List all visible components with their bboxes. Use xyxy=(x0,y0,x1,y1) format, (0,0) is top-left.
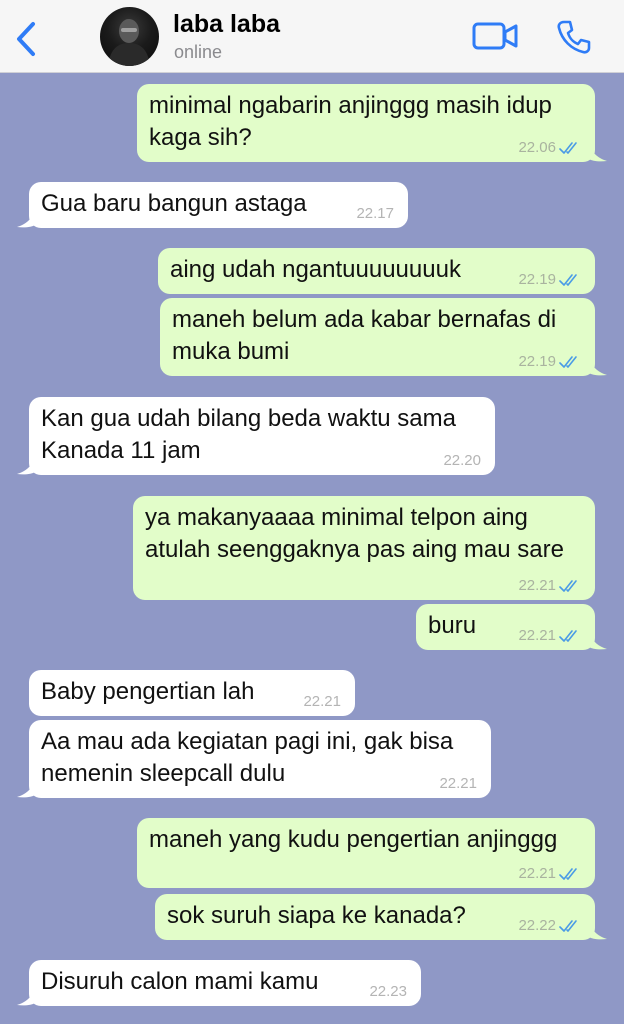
incoming-message-bubble[interactable]: Gua baru bangun astaga 22.17 xyxy=(17,182,408,228)
message-timestamp: 22.21 xyxy=(518,627,556,644)
bubble-tail xyxy=(589,920,607,940)
outgoing-message-bubble[interactable]: sok suruh siapa ke kanada? 22.22 xyxy=(155,894,607,940)
chat-header: laba laba online xyxy=(0,0,624,73)
message-meta: 22.22 xyxy=(518,917,581,934)
outgoing-message-bubble[interactable]: ya makanyaaaa minimal telpon aing atulah … xyxy=(133,496,595,600)
message-meta: 22.21 xyxy=(303,693,341,710)
read-receipt-double-check-icon xyxy=(559,141,577,154)
read-receipt-double-check-icon xyxy=(559,579,577,592)
message-meta: 22.21 xyxy=(518,577,581,594)
incoming-message-bubble[interactable]: Baby pengertian lah 22.21 xyxy=(29,670,355,716)
message-meta: 22.19 xyxy=(518,271,581,288)
message-timestamp: 22.20 xyxy=(443,452,481,469)
message-text-line: Kanada 11 jam xyxy=(41,437,201,464)
message-text-line: Baby pengertian lah xyxy=(41,678,255,705)
message-text-line: maneh yang kudu pengertian anjinggg xyxy=(149,826,558,853)
message-meta: 22.21 xyxy=(518,627,581,644)
read-receipt-double-check-icon xyxy=(559,273,577,286)
contact-avatar[interactable] xyxy=(100,7,159,66)
incoming-message-bubble[interactable]: Kan gua udah bilang beda waktu sama Kanad… xyxy=(17,397,495,475)
read-receipt-double-check-icon xyxy=(559,355,577,368)
message-meta: 22.20 xyxy=(443,452,481,469)
bubble-tail xyxy=(17,778,35,798)
message-meta: 22.21 xyxy=(518,865,581,882)
message-text-line: atulah seenggaknya pas aing mau sare xyxy=(145,536,564,563)
bubble-tail xyxy=(17,455,35,475)
phone-call-icon[interactable] xyxy=(556,19,592,55)
message-timestamp: 22.21 xyxy=(518,865,556,882)
outgoing-message-bubble[interactable]: buru 22.21 xyxy=(416,604,607,650)
message-text-line: Gua baru bangun astaga xyxy=(41,190,307,217)
read-receipt-double-check-icon xyxy=(559,629,577,642)
message-meta: 22.06 xyxy=(518,139,581,156)
message-timestamp: 22.21 xyxy=(439,775,477,792)
message-text-line: ya makanyaaaa minimal telpon aing xyxy=(145,504,528,531)
read-receipt-double-check-icon xyxy=(559,867,577,880)
bubble-tail xyxy=(589,630,607,650)
read-receipt-double-check-icon xyxy=(559,919,577,932)
message-meta: 22.19 xyxy=(518,353,581,370)
bubble-tail xyxy=(17,986,35,1006)
bubble-tail xyxy=(17,208,35,228)
message-timestamp: 22.22 xyxy=(518,917,556,934)
message-meta: 22.17 xyxy=(356,205,394,222)
bubble-tail xyxy=(589,356,607,376)
message-timestamp: 22.19 xyxy=(518,271,556,288)
message-timestamp: 22.21 xyxy=(303,693,341,710)
message-meta: 22.21 xyxy=(439,775,477,792)
message-meta: 22.23 xyxy=(369,983,407,1000)
message-timestamp: 22.23 xyxy=(369,983,407,1000)
message-timestamp: 22.19 xyxy=(518,353,556,370)
message-text-line: maneh belum ada kabar bernafas di xyxy=(172,306,557,333)
message-text-line: minimal ngabarin anjinggg masih idup xyxy=(149,92,552,119)
incoming-message-bubble[interactable]: Disuruh calon mami kamu 22.23 xyxy=(17,960,421,1006)
back-chevron-icon[interactable] xyxy=(12,20,40,58)
video-call-icon[interactable] xyxy=(472,20,518,52)
incoming-message-bubble[interactable]: Aa mau ada kegiatan pagi ini, gak bisa ne… xyxy=(17,720,491,798)
message-text-line: Kan gua udah bilang beda waktu sama xyxy=(41,405,456,432)
outgoing-message-bubble[interactable]: maneh yang kudu pengertian anjinggg 22.21 xyxy=(137,818,595,888)
message-text-line: Aa mau ada kegiatan pagi ini, gak bisa xyxy=(41,728,454,755)
outgoing-message-bubble[interactable]: aing udah ngantuuuuuuuuk 22.19 xyxy=(158,248,595,294)
message-timestamp: 22.06 xyxy=(518,139,556,156)
bubble-tail xyxy=(589,142,607,162)
message-text-line: Disuruh calon mami kamu xyxy=(41,968,319,995)
message-text-line: nemenin sleepcall dulu xyxy=(41,760,286,787)
contact-status: online xyxy=(174,42,223,62)
message-timestamp: 22.17 xyxy=(356,205,394,222)
message-timestamp: 22.21 xyxy=(518,577,556,594)
outgoing-message-bubble[interactable]: maneh belum ada kabar bernafas di muka bu… xyxy=(160,298,607,376)
outgoing-message-bubble[interactable]: minimal ngabarin anjinggg masih idup kaga… xyxy=(137,84,607,162)
contact-name[interactable]: laba laba xyxy=(173,10,280,39)
